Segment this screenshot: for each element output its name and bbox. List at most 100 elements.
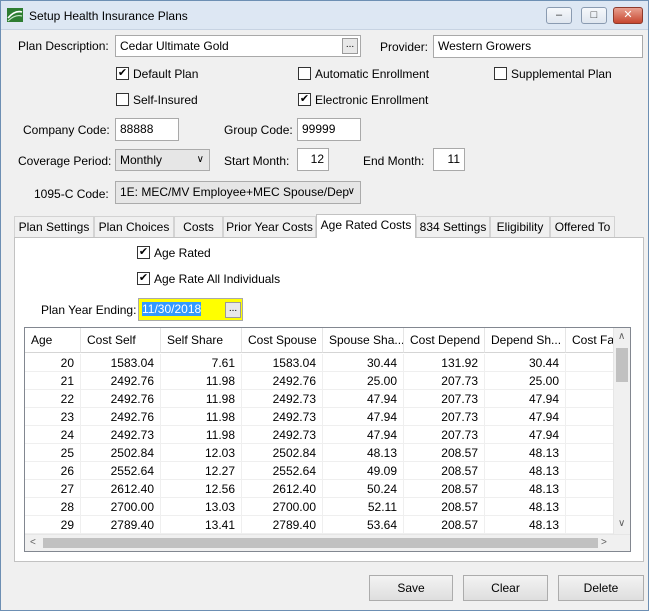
cell-cost-depend[interactable]: 208.57 [404, 498, 485, 516]
cell-cost-depend[interactable]: 208.57 [404, 516, 485, 534]
supplemental-plan-checkbox[interactable] [494, 67, 507, 80]
clear-button[interactable]: Clear [463, 575, 548, 601]
cell-cost-family[interactable] [566, 516, 614, 534]
cell-cost-self[interactable]: 2789.40 [81, 516, 161, 534]
table-row[interactable]: 25 2502.84 12.03 2502.84 48.13 208.57 48.13 [25, 444, 614, 462]
cell-age[interactable]: 27 [25, 480, 81, 498]
cell-depend-share[interactable]: 48.13 [485, 498, 566, 516]
column-header-cost-spouse[interactable]: Cost Spouse [242, 328, 323, 353]
delete-button[interactable]: Delete [558, 575, 644, 601]
cell-age[interactable]: 23 [25, 408, 81, 426]
column-header-depend-share[interactable]: Depend Sh... [485, 328, 566, 353]
column-header-age[interactable]: Age [25, 328, 81, 353]
cell-cost-spouse[interactable]: 2789.40 [242, 516, 323, 534]
cell-age[interactable]: 26 [25, 462, 81, 480]
automatic-enrollment-checkbox[interactable] [298, 67, 311, 80]
cell-age[interactable]: 21 [25, 372, 81, 390]
tab-eligibility[interactable]: Eligibility [490, 216, 550, 238]
cell-self-share[interactable]: 11.98 [161, 426, 242, 444]
tab-834-settings[interactable]: 834 Settings [416, 216, 490, 238]
table-row[interactable]: 20 1583.04 7.61 1583.04 30.44 131.92 30.44 [25, 354, 614, 372]
cell-self-share[interactable]: 12.56 [161, 480, 242, 498]
cell-cost-family[interactable] [566, 480, 614, 498]
cell-depend-share[interactable]: 47.94 [485, 408, 566, 426]
cell-cost-depend[interactable]: 208.57 [404, 462, 485, 480]
tab-offered-to[interactable]: Offered To [550, 216, 615, 238]
close-button[interactable]: ✕ [613, 7, 643, 24]
cell-cost-spouse[interactable]: 2612.40 [242, 480, 323, 498]
vertical-scrollbar[interactable]: ∧ ∨ [613, 328, 630, 534]
cell-cost-depend[interactable]: 207.73 [404, 390, 485, 408]
cell-age[interactable]: 25 [25, 444, 81, 462]
cell-cost-depend[interactable]: 207.73 [404, 372, 485, 390]
cell-spouse-share[interactable]: 52.11 [323, 498, 404, 516]
cell-self-share[interactable]: 11.98 [161, 372, 242, 390]
default-plan-checkbox[interactable]: ✔ [116, 67, 129, 80]
column-header-cost-family[interactable]: Cost Fa [566, 328, 614, 353]
plan-description-browse-button[interactable]: ... [342, 38, 358, 54]
cell-spouse-share[interactable]: 30.44 [323, 354, 404, 372]
table-row[interactable]: 29 2789.40 13.41 2789.40 53.64 208.57 48.13 [25, 516, 614, 534]
cell-cost-family[interactable] [566, 354, 614, 372]
cell-cost-family[interactable] [566, 444, 614, 462]
cell-spouse-share[interactable]: 47.94 [323, 426, 404, 444]
cell-age[interactable]: 29 [25, 516, 81, 534]
cell-cost-spouse[interactable]: 2502.84 [242, 444, 323, 462]
table-row[interactable]: 28 2700.00 13.03 2700.00 52.11 208.57 48.13 [25, 498, 614, 516]
save-button[interactable]: Save [369, 575, 453, 601]
cell-spouse-share[interactable]: 47.94 [323, 390, 404, 408]
cell-spouse-share[interactable]: 48.13 [323, 444, 404, 462]
column-header-self-share[interactable]: Self Share [161, 328, 242, 353]
plan-year-ending-picker-button[interactable]: ... [225, 302, 241, 318]
cell-self-share[interactable]: 13.03 [161, 498, 242, 516]
cell-cost-self[interactable]: 2612.40 [81, 480, 161, 498]
tab-prior-year-costs[interactable]: Prior Year Costs [223, 216, 316, 238]
cell-age[interactable]: 20 [25, 354, 81, 372]
restore-button[interactable]: □ [581, 7, 607, 24]
cell-cost-family[interactable] [566, 498, 614, 516]
tab-costs[interactable]: Costs [174, 216, 223, 238]
scroll-up-icon[interactable]: ∧ [618, 331, 625, 343]
cell-self-share[interactable]: 12.27 [161, 462, 242, 480]
minimize-button[interactable]: – [546, 7, 572, 24]
cell-cost-depend[interactable]: 208.57 [404, 480, 485, 498]
cell-depend-share[interactable]: 48.13 [485, 516, 566, 534]
age-rated-costs-grid[interactable]: Age Cost Self Self Share Cost Spouse Spo… [24, 327, 631, 552]
coverage-period-select[interactable]: Monthly ∨ [115, 149, 210, 171]
cell-cost-spouse[interactable]: 2492.73 [242, 390, 323, 408]
group-code-field[interactable]: 99999 [297, 118, 361, 141]
age-rated-checkbox[interactable]: ✔ [137, 246, 150, 259]
table-row[interactable]: 24 2492.73 11.98 2492.73 47.94 207.73 47.94 [25, 426, 614, 444]
horizontal-scroll-thumb[interactable] [43, 538, 598, 548]
column-header-cost-self[interactable]: Cost Self [81, 328, 161, 353]
cell-self-share[interactable]: 11.98 [161, 390, 242, 408]
cell-cost-family[interactable] [566, 408, 614, 426]
cell-cost-self[interactable]: 2492.76 [81, 372, 161, 390]
age-rate-all-checkbox[interactable]: ✔ [137, 272, 150, 285]
tab-age-rated-costs[interactable]: Age Rated Costs [316, 214, 416, 238]
cell-cost-self[interactable]: 2492.76 [81, 390, 161, 408]
cell-cost-spouse[interactable]: 2492.73 [242, 408, 323, 426]
scroll-left-icon[interactable]: < [30, 537, 36, 549]
cell-cost-self[interactable]: 1583.04 [81, 354, 161, 372]
table-row[interactable]: 23 2492.76 11.98 2492.73 47.94 207.73 47.94 [25, 408, 614, 426]
cell-cost-spouse[interactable]: 2552.64 [242, 462, 323, 480]
horizontal-scrollbar[interactable]: < > [25, 534, 630, 551]
code-1095c-select[interactable]: 1E: MEC/MV Employee+MEC Spouse/Dep ∨ [115, 181, 361, 204]
tab-plan-choices[interactable]: Plan Choices [94, 216, 174, 238]
tab-plan-settings[interactable]: Plan Settings [14, 216, 94, 238]
start-month-field[interactable]: 12 [297, 148, 329, 171]
cell-spouse-share[interactable]: 47.94 [323, 408, 404, 426]
end-month-field[interactable]: 11 [433, 148, 465, 171]
cell-age[interactable]: 24 [25, 426, 81, 444]
cell-self-share[interactable]: 11.98 [161, 408, 242, 426]
cell-cost-self[interactable]: 2502.84 [81, 444, 161, 462]
cell-age[interactable]: 22 [25, 390, 81, 408]
electronic-enrollment-checkbox[interactable]: ✔ [298, 93, 311, 106]
cell-cost-depend[interactable]: 131.92 [404, 354, 485, 372]
cell-cost-depend[interactable]: 207.73 [404, 408, 485, 426]
column-header-spouse-share[interactable]: Spouse Sha... [323, 328, 404, 353]
cell-depend-share[interactable]: 48.13 [485, 480, 566, 498]
self-insured-checkbox[interactable] [116, 93, 129, 106]
plan-description-field[interactable]: Cedar Ultimate Gold [115, 35, 361, 57]
